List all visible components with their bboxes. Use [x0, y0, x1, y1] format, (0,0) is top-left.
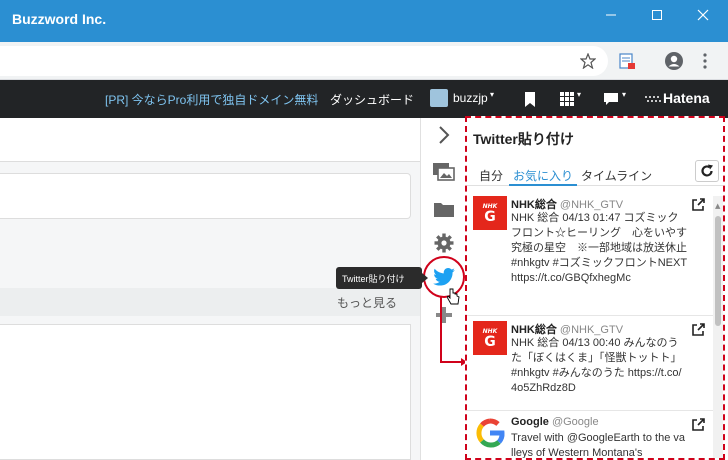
tooltip-arrow — [422, 273, 428, 283]
tweet-author-name: NHK総合 — [511, 199, 557, 211]
editor-sidebar — [420, 118, 465, 460]
twitter-panel: Twitter貼り付け 自分 お気に入り タイムライン NHK G NHK総合 @… — [465, 116, 725, 460]
chevron-right-icon — [439, 126, 450, 144]
more-link[interactable]: もっと見る — [337, 294, 397, 311]
user-caret-icon[interactable]: ▾ — [490, 90, 494, 99]
editor-area: もっと見る — [0, 118, 420, 460]
title-input[interactable] — [0, 173, 411, 219]
folder-icon — [434, 203, 454, 217]
dashboard-link[interactable]: ダッシュボード — [330, 91, 414, 108]
photo-button[interactable] — [431, 159, 457, 185]
tab-timeline[interactable]: タイムライン — [581, 167, 652, 184]
extension-icon[interactable] — [618, 52, 636, 70]
panel-tabs: 自分 お気に入り タイムライン — [467, 160, 723, 186]
tweet-author-name: NHK総合 — [511, 324, 557, 336]
scroll-thumb[interactable] — [715, 216, 721, 326]
window-titlebar: Buzzword Inc. — [0, 0, 728, 42]
address-field[interactable] — [0, 46, 608, 76]
close-icon — [697, 9, 709, 21]
scroll-up-icon[interactable]: ▲ — [715, 202, 720, 210]
tweet-item[interactable]: NHK G NHK総合 @NHK_GTV NHK 総合 04/13 00:40 み… — [467, 321, 723, 411]
folder-button[interactable] — [431, 196, 457, 222]
maximize-button[interactable] — [634, 0, 680, 30]
tweet-divider — [467, 410, 723, 411]
tab-favorites[interactable]: お気に入り — [509, 162, 577, 186]
twitter-icon — [433, 268, 455, 286]
tab-mine[interactable]: 自分 — [479, 167, 503, 184]
tweet-handle: @NHK_GTV — [559, 199, 624, 211]
panel-scrollbar[interactable]: ▲ — [713, 196, 723, 458]
tweet-item[interactable]: NHK G NHK総合 @NHK_GTV NHK 総合 04/13 01:47 コ… — [467, 196, 723, 314]
bookmark-icon[interactable] — [524, 92, 536, 107]
external-link-icon[interactable] — [691, 198, 705, 212]
minimize-icon — [606, 14, 616, 16]
profile-icon[interactable] — [664, 51, 684, 71]
minimize-button[interactable] — [588, 0, 634, 30]
body-editor[interactable] — [0, 324, 411, 460]
tweet-text: Travel with @GoogleEarth to the valleys … — [511, 432, 686, 459]
panel-title: Twitter貼り付け — [473, 131, 574, 147]
external-link-icon[interactable] — [691, 418, 705, 432]
refresh-button[interactable] — [695, 160, 719, 182]
close-button[interactable] — [680, 0, 726, 30]
nhk-avatar: NHK G — [473, 196, 507, 230]
external-link-icon[interactable] — [691, 323, 705, 337]
notification-icon[interactable] — [603, 92, 619, 106]
section-bar: もっと見る — [0, 288, 420, 316]
tweet-text: NHK 総合 04/13 01:47 コズミックフロント☆ヒーリング 心をいやす… — [511, 212, 687, 284]
nhk-avatar: NHK G — [473, 321, 507, 355]
refresh-icon — [701, 164, 713, 177]
editor-header — [0, 118, 420, 162]
settings-button[interactable] — [431, 230, 457, 256]
gear-icon — [434, 233, 454, 253]
notification-caret-icon[interactable]: ▾ — [622, 90, 626, 99]
hatena-brand[interactable]: Hatena — [663, 90, 710, 106]
star-icon[interactable] — [580, 53, 596, 69]
tweet-text: NHK 総合 04/13 00:40 みんなのうた「ぼくはくま」「怪獣トットト」… — [511, 337, 682, 394]
maximize-icon — [652, 10, 662, 20]
apps-caret-icon[interactable]: ▾ — [577, 90, 581, 99]
tweet-handle: @NHK_GTV — [559, 324, 624, 336]
avatar[interactable] — [430, 89, 448, 107]
tweet-divider — [467, 315, 723, 316]
hatena-navbar: [PR] 今ならPro利用で独自ドメイン無料 ダッシュボード buzzjp ▾ … — [0, 80, 728, 118]
window-title: Buzzword Inc. — [12, 11, 107, 27]
tooltip-label: Twitter貼り付け — [342, 274, 405, 284]
hatena-logo-icon — [645, 96, 661, 102]
username-menu[interactable]: buzzjp — [453, 91, 488, 105]
tweet-handle: @Google — [551, 416, 599, 428]
tweet-author-name: Google — [511, 416, 549, 428]
menu-dots-icon[interactable] — [702, 53, 708, 69]
collapse-button[interactable] — [431, 122, 457, 148]
google-avatar-icon — [476, 418, 505, 448]
tweet-item[interactable]: Google @Google Travel with @GoogleEarth … — [467, 416, 723, 459]
browser-toolbar — [0, 42, 728, 80]
apps-grid-icon[interactable] — [560, 92, 574, 106]
tooltip: Twitter貼り付け — [336, 267, 422, 289]
annotation-arrow — [440, 296, 467, 366]
photo-icon — [433, 163, 455, 181]
promo-link[interactable]: [PR] 今ならPro利用で独自ドメイン無料 — [105, 91, 318, 108]
tab-favorites-label: お気に入り — [513, 169, 574, 183]
